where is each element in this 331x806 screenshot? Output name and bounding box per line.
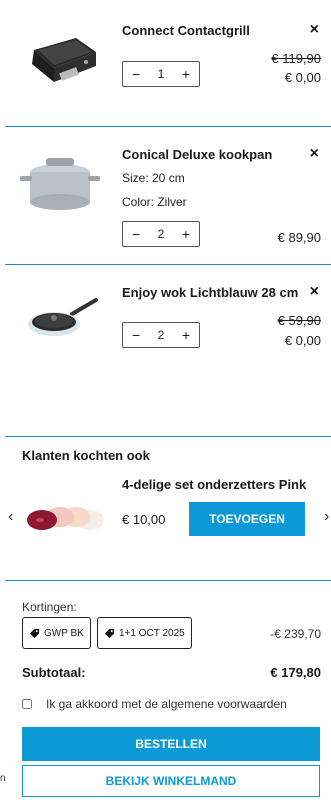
product-image-onderzetters	[27, 507, 104, 530]
add-to-cart-button[interactable]: TOEVOEGEN	[189, 502, 305, 536]
remove-item-button[interactable]: ×	[310, 22, 319, 38]
item-price: € 0,00	[284, 70, 321, 85]
original-price: € 59,90	[277, 313, 321, 328]
discount-tag-label: GWP BK	[44, 627, 84, 639]
item-name: Connect Contactgrill	[122, 23, 250, 38]
increase-quantity-button[interactable]: +	[182, 328, 190, 342]
item-attribute-color: Color: Zilver	[122, 195, 187, 209]
decrease-quantity-button[interactable]: −	[132, 227, 140, 241]
terms-checkbox[interactable]	[22, 699, 32, 709]
remove-item-button[interactable]: ×	[310, 146, 319, 162]
divider	[5, 264, 331, 265]
item-attribute-size: Size: 20 cm	[122, 171, 185, 185]
divider	[5, 436, 331, 437]
terms-label: Ik ga akkoord met de algemene voorwaarde…	[46, 697, 287, 711]
original-price: € 119,90	[271, 51, 321, 66]
decrease-quantity-button[interactable]: −	[132, 67, 140, 81]
product-image-wok	[28, 298, 98, 336]
upsell-price: € 10,00	[122, 512, 166, 527]
discounts-label: Kortingen:	[22, 600, 77, 614]
divider	[5, 126, 331, 127]
subtotal-label: Subtotaal:	[22, 665, 86, 680]
item-name: Conical Deluxe kookpan	[122, 147, 273, 162]
quantity-value[interactable]: 2	[158, 328, 165, 342]
item-name: Enjoy wok Lichtblauw 28 cm	[122, 285, 299, 300]
increase-quantity-button[interactable]: +	[182, 227, 190, 241]
discount-amount: -€ 239,70	[270, 627, 321, 641]
divider	[5, 580, 331, 581]
terms-row: Ik ga akkoord met de algemene voorwaarde…	[22, 697, 287, 711]
discount-tag-label: 1+1 OCT 2025	[119, 627, 185, 639]
background-text-fragment: n	[0, 773, 6, 784]
quantity-stepper: − 1 +	[122, 61, 200, 87]
discount-tag: 1+1 OCT 2025	[97, 617, 192, 649]
quantity-value[interactable]: 2	[158, 227, 165, 241]
upsell-title: Klanten kochten ook	[22, 448, 150, 463]
subtotal-value: € 179,80	[270, 665, 321, 680]
upsell-product-name: 4-delige set onderzetters Pink	[122, 477, 307, 492]
order-button[interactable]: BESTELLEN	[22, 727, 320, 761]
view-cart-button[interactable]: BEKIJK WINKELMAND	[22, 765, 320, 797]
tag-icon	[104, 628, 115, 638]
tag-icon	[29, 628, 40, 638]
carousel-prev-button[interactable]: ‹	[8, 508, 13, 526]
remove-item-button[interactable]: ×	[310, 284, 319, 300]
increase-quantity-button[interactable]: +	[182, 67, 190, 81]
carousel-next-button[interactable]: ›	[324, 508, 329, 526]
item-price: € 89,90	[277, 230, 321, 245]
discount-tag: GWP BK	[22, 617, 91, 649]
quantity-stepper: − 2 +	[122, 322, 200, 348]
product-image-kookpan	[20, 158, 100, 210]
quantity-value[interactable]: 1	[158, 67, 165, 81]
quantity-stepper: − 2 +	[122, 221, 200, 247]
product-image-contactgrill	[32, 38, 96, 82]
item-price: € 0,00	[284, 333, 321, 348]
decrease-quantity-button[interactable]: −	[132, 328, 140, 342]
